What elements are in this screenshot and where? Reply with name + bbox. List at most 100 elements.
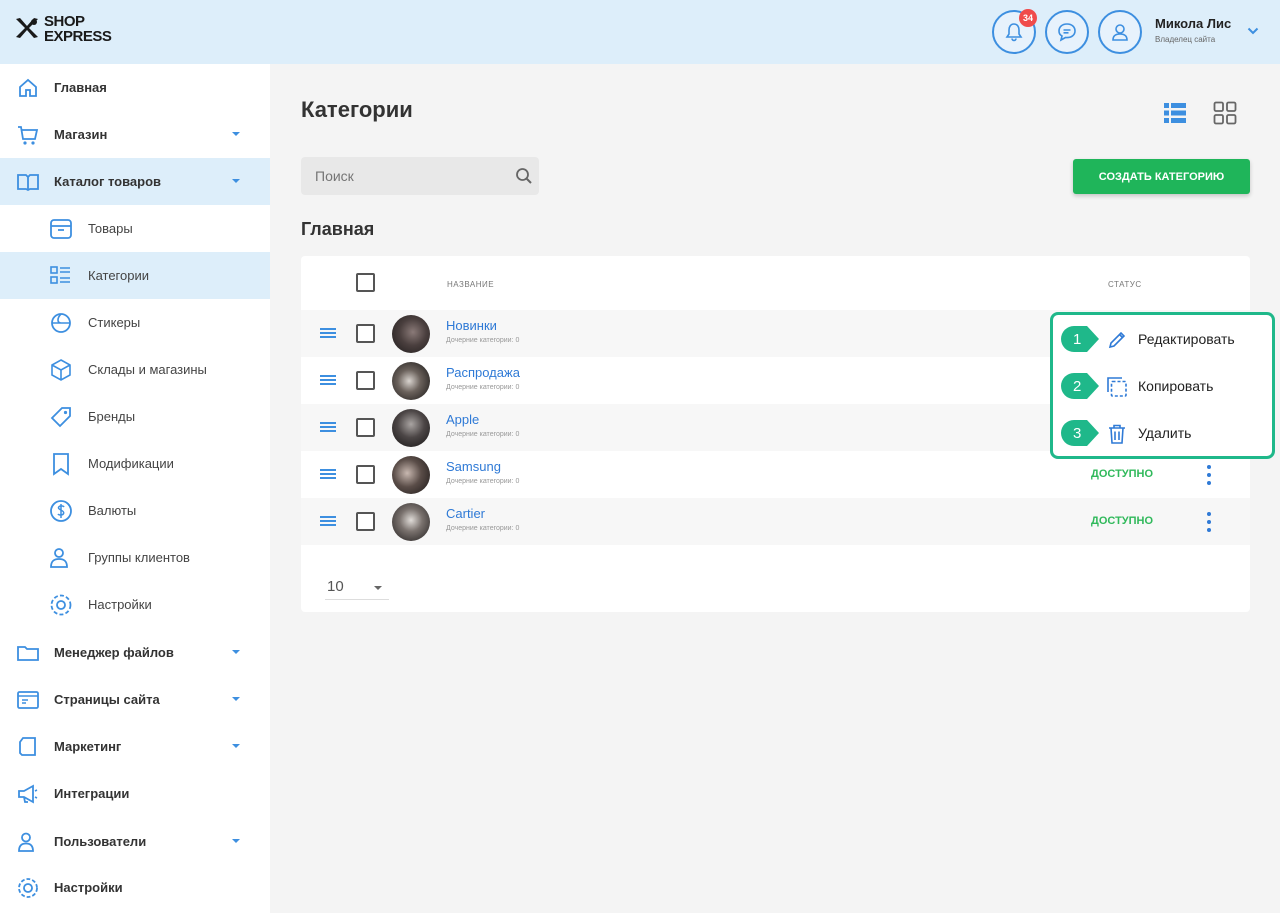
sidebar-subitem-products[interactable]: Товары xyxy=(0,205,270,252)
column-header-status[interactable]: СТАТУС xyxy=(1108,280,1142,289)
sidebar-item-label: Маркетинг xyxy=(54,739,122,754)
search-input[interactable] xyxy=(301,157,539,195)
row-checkbox[interactable] xyxy=(356,465,375,484)
trash-icon xyxy=(1109,424,1125,444)
category-thumbnail xyxy=(392,315,430,353)
dollar-icon xyxy=(50,500,72,522)
sidebar-item-label: Каталог товаров xyxy=(54,174,162,189)
sidebar-item-label: Магазин xyxy=(54,127,108,142)
sidebar-subitem-categories[interactable]: Категории xyxy=(0,252,270,299)
sidebar-item-label: Настройки xyxy=(54,880,123,895)
chevron-down-icon xyxy=(232,697,240,701)
sidebar-item-catalog[interactable]: Каталог товаров xyxy=(0,158,270,205)
row-checkbox[interactable] xyxy=(356,418,375,437)
box-icon xyxy=(50,219,72,239)
sidebar-item-shop[interactable]: Магазин xyxy=(0,111,270,158)
sidebar-subitem-label: Товары xyxy=(88,221,133,236)
sidebar-item-label: Страницы сайта xyxy=(54,692,160,707)
tag-icon xyxy=(50,407,71,428)
status-badge: ДОСТУПНО xyxy=(1091,468,1154,480)
category-subcount: Дочерние категории: 0 xyxy=(446,431,520,438)
search-box xyxy=(301,157,539,195)
logo-line-2: EXPRESS xyxy=(44,28,112,45)
bookmark-icon xyxy=(53,453,69,476)
sidebar-subitem-customer-groups[interactable]: Группы клиентов xyxy=(0,534,270,581)
sidebar-item-users[interactable]: Пользователи xyxy=(0,818,270,865)
drag-handle-icon[interactable] xyxy=(319,327,337,339)
sidebar-subitem-warehouses[interactable]: Склады и магазины xyxy=(0,346,270,393)
gear-icon xyxy=(50,594,72,616)
row-actions-menu-icon[interactable] xyxy=(1205,465,1213,485)
drag-handle-icon[interactable] xyxy=(319,421,337,433)
pencil-icon xyxy=(1108,331,1126,349)
sidebar-item-site-pages[interactable]: Страницы сайта xyxy=(0,676,270,723)
row-checkbox[interactable] xyxy=(356,324,375,343)
drag-handle-icon[interactable] xyxy=(319,515,337,527)
sidebar-item-marketing[interactable]: Маркетинг xyxy=(0,723,270,770)
row-context-menu: 1 Редактировать 2 Копировать 3 Удалить xyxy=(1050,312,1275,459)
category-name[interactable]: Apple xyxy=(446,412,479,427)
sidebar-subitem-currencies[interactable]: Валюты xyxy=(0,487,270,534)
sidebar-subitem-brands[interactable]: Бренды xyxy=(0,393,270,440)
chevron-down-icon xyxy=(232,744,240,748)
category-name[interactable]: Cartier xyxy=(446,506,485,521)
notifications-button[interactable]: 34 xyxy=(992,9,1037,54)
profile-button[interactable] xyxy=(1098,10,1142,54)
sidebar-subitem-label: Склады и магазины xyxy=(88,362,207,377)
sidebar-item-integrations[interactable]: Интеграции xyxy=(0,770,270,817)
category-thumbnail xyxy=(392,362,430,400)
create-category-button[interactable]: СОЗДАТЬ КАТЕГОРИЮ xyxy=(1073,159,1250,194)
category-thumbnail xyxy=(392,503,430,541)
bell-icon xyxy=(1005,23,1023,42)
sidebar-item-file-manager[interactable]: Менеджер файлов xyxy=(0,629,270,676)
page-size-select[interactable]: 10 xyxy=(325,574,389,600)
drag-handle-icon[interactable] xyxy=(319,374,337,386)
menu-item-label: Редактировать xyxy=(1138,331,1235,347)
search-icon[interactable] xyxy=(514,166,534,186)
row-checkbox[interactable] xyxy=(356,371,375,390)
sidebar-subitem-label: Бренды xyxy=(88,409,136,424)
row-checkbox[interactable] xyxy=(356,512,375,531)
notification-badge: 34 xyxy=(1019,9,1037,27)
warehouse-icon xyxy=(51,359,71,381)
sidebar-item-home[interactable]: Главная xyxy=(0,64,270,111)
user-avatar-icon xyxy=(1112,24,1128,41)
chevron-down-icon xyxy=(232,179,240,183)
table-row[interactable]: Cartier Дочерние категории: 0 ДОСТУПНО xyxy=(301,498,1250,545)
drag-handle-icon[interactable] xyxy=(319,468,337,480)
logo-mark-icon xyxy=(16,18,38,38)
messages-button[interactable] xyxy=(1045,10,1089,54)
megaphone-icon xyxy=(18,784,38,804)
category-subcount: Дочерние категории: 0 xyxy=(446,478,520,485)
chevron-down-icon xyxy=(232,650,240,654)
category-name[interactable]: Новинки xyxy=(446,318,497,333)
user-role: Владелец сайта xyxy=(1155,35,1216,44)
sidebar-item-label: Пользователи xyxy=(54,834,147,849)
user-menu-chevron-icon[interactable] xyxy=(1247,26,1259,36)
logo[interactable]: SHOP EXPRESS xyxy=(14,13,112,45)
logo-text: SHOP EXPRESS xyxy=(44,13,112,45)
menu-item-label: Удалить xyxy=(1138,425,1192,441)
sidebar-subitem-catalog-settings[interactable]: Настройки xyxy=(0,581,270,628)
menu-item-copy[interactable]: 2 Копировать xyxy=(1053,366,1272,406)
category-name[interactable]: Распродажа xyxy=(446,365,520,380)
step-number: 3 xyxy=(1073,424,1082,442)
page-size-value: 10 xyxy=(327,578,344,595)
grid-view-icon[interactable] xyxy=(1212,100,1238,126)
select-all-checkbox[interactable] xyxy=(356,273,375,292)
menu-item-edit[interactable]: 1 Редактировать xyxy=(1053,319,1272,359)
page-title: Категории xyxy=(301,97,413,122)
step-number: 1 xyxy=(1073,330,1082,348)
category-name[interactable]: Samsung xyxy=(446,459,501,474)
list-view-icon[interactable] xyxy=(1162,100,1188,126)
sidebar-subitem-label: Настройки xyxy=(88,597,152,612)
row-actions-menu-icon[interactable] xyxy=(1205,512,1213,532)
sidebar-subitem-modifications[interactable]: Модификации xyxy=(0,440,270,487)
sidebar-subitem-stickers[interactable]: Стикеры xyxy=(0,299,270,346)
sidebar-item-settings[interactable]: Настройки xyxy=(0,864,270,911)
menu-item-delete[interactable]: 3 Удалить xyxy=(1053,413,1272,453)
logo-line-1: SHOP xyxy=(44,13,85,30)
user-name[interactable]: Микола Лис xyxy=(1155,16,1231,31)
chat-icon xyxy=(1058,23,1076,42)
column-header-name[interactable]: НАЗВАНИЕ xyxy=(447,280,494,289)
